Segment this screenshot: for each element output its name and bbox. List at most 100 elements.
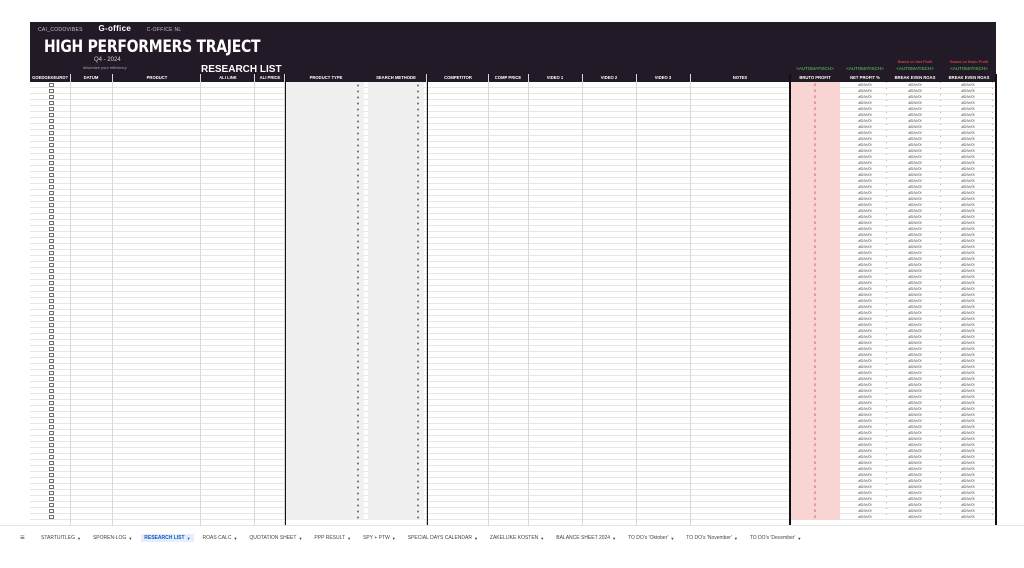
approved-checkbox[interactable]: [49, 292, 54, 298]
approved-checkbox[interactable]: [49, 214, 54, 220]
approved-checkbox[interactable]: [49, 424, 54, 430]
header-break-even-roas-net[interactable]: BREAK EVEN ROAS: [888, 75, 942, 80]
approved-checkbox[interactable]: [49, 508, 54, 514]
approved-checkbox[interactable]: [49, 172, 54, 178]
sheet-tab[interactable]: TO DO's 'December' ▼: [747, 534, 805, 542]
chevron-down-icon[interactable]: ▼: [347, 536, 351, 541]
approved-checkbox[interactable]: [49, 412, 54, 418]
approved-checkbox[interactable]: [49, 310, 54, 316]
approved-checkbox[interactable]: [49, 100, 54, 106]
chevron-down-icon[interactable]: ▼: [670, 536, 674, 541]
chevron-down-icon[interactable]: ▼: [298, 536, 302, 541]
approved-checkbox[interactable]: [49, 502, 54, 508]
sheet-tab[interactable]: TO DO's 'November' ▼: [683, 534, 741, 542]
chevron-down-icon[interactable]: ▼: [612, 536, 616, 541]
approved-checkbox[interactable]: [49, 154, 54, 160]
approved-checkbox[interactable]: [49, 124, 54, 130]
chevron-down-icon[interactable]: ▼: [128, 536, 132, 541]
approved-checkbox[interactable]: [49, 400, 54, 406]
approved-checkbox[interactable]: [49, 328, 54, 334]
approved-checkbox[interactable]: [49, 436, 54, 442]
approved-checkbox[interactable]: [49, 244, 54, 250]
approved-checkbox[interactable]: [49, 382, 54, 388]
approved-checkbox[interactable]: [49, 460, 54, 466]
approved-checkbox[interactable]: [49, 94, 54, 100]
approved-checkbox[interactable]: [49, 280, 54, 286]
header-notes[interactable]: NOTES: [690, 75, 790, 80]
approved-checkbox[interactable]: [49, 190, 54, 196]
header-ali-link[interactable]: ALI LINK: [201, 75, 255, 80]
sheet-tab[interactable]: RESEARCH LIST ▼: [141, 534, 194, 542]
approved-checkbox[interactable]: [49, 148, 54, 154]
chevron-down-icon[interactable]: ▼: [233, 536, 237, 541]
header-net-profit[interactable]: NET PROFIT %: [842, 75, 888, 80]
approved-checkbox[interactable]: [49, 130, 54, 136]
approved-checkbox[interactable]: [49, 352, 54, 358]
approved-checkbox[interactable]: [49, 136, 54, 142]
approved-checkbox[interactable]: [49, 406, 54, 412]
top-link-1[interactable]: CAI_CODOVIBES: [38, 27, 83, 33]
menu-icon[interactable]: ≡: [20, 533, 25, 542]
header-ali-price[interactable]: ALI PRICE: [255, 75, 285, 80]
approved-checkbox[interactable]: [49, 478, 54, 484]
approved-checkbox[interactable]: [49, 316, 54, 322]
header-product[interactable]: PRODUCT: [113, 75, 201, 80]
approved-checkbox[interactable]: [49, 490, 54, 496]
header-bruto-profit[interactable]: BRUTO PROFIT: [790, 75, 840, 80]
approved-checkbox[interactable]: [49, 262, 54, 268]
sheet-tab[interactable]: SPECIAL DAYS CALENDAR ▼: [405, 534, 481, 542]
sheet-tab[interactable]: SPOREN-LOG ▼: [90, 534, 135, 542]
chevron-down-icon[interactable]: ▼: [187, 536, 191, 541]
approved-checkbox[interactable]: [49, 304, 54, 310]
chevron-down-icon[interactable]: ▼: [474, 536, 478, 541]
approved-checkbox[interactable]: [49, 430, 54, 436]
chevron-down-icon[interactable]: ▼: [392, 536, 396, 541]
sheet-tab[interactable]: SPY + PTW ▼: [360, 534, 399, 542]
approved-checkbox[interactable]: [49, 388, 54, 394]
approved-checkbox[interactable]: [49, 160, 54, 166]
approved-checkbox[interactable]: [49, 106, 54, 112]
sheet-tab[interactable]: TO DO's 'Oktober' ▼: [625, 534, 677, 542]
approved-checkbox[interactable]: [49, 298, 54, 304]
sheet-tab[interactable]: STARTUITLEG ▼: [38, 534, 84, 542]
approved-checkbox[interactable]: [49, 496, 54, 502]
approved-checkbox[interactable]: [49, 208, 54, 214]
approved-checkbox[interactable]: [49, 220, 54, 226]
approved-checkbox[interactable]: [49, 238, 54, 244]
approved-checkbox[interactable]: [49, 202, 54, 208]
header-video-1[interactable]: VIDEO 1: [528, 75, 582, 80]
approved-checkbox[interactable]: [49, 82, 54, 88]
approved-checkbox[interactable]: [49, 472, 54, 478]
chevron-down-icon[interactable]: ▼: [734, 536, 738, 541]
approved-checkbox[interactable]: [49, 232, 54, 238]
approved-checkbox[interactable]: [49, 466, 54, 472]
approved-checkbox[interactable]: [49, 340, 54, 346]
header-goedgekeurd[interactable]: GOEDGEKEURD?: [30, 75, 70, 80]
header-break-even-roas-bruto[interactable]: BREAK EVEN ROAS: [942, 75, 996, 80]
header-video-3[interactable]: VIDEO 3: [636, 75, 690, 80]
search-methode-dropdown[interactable]: ▼: [368, 514, 424, 520]
sheet-tab[interactable]: BALANCE SHEET 2024 ▼: [553, 534, 619, 542]
header-video-2[interactable]: VIDEO 2: [582, 75, 636, 80]
product-type-dropdown[interactable]: ▼: [286, 514, 364, 520]
approved-checkbox[interactable]: [49, 226, 54, 232]
approved-checkbox[interactable]: [49, 394, 54, 400]
header-datum[interactable]: DATUM: [71, 75, 111, 80]
chevron-down-icon[interactable]: ▼: [540, 536, 544, 541]
approved-checkbox[interactable]: [49, 178, 54, 184]
header-competitor[interactable]: COMPETITOR: [428, 75, 488, 80]
approved-checkbox[interactable]: [49, 184, 54, 190]
sheet-tab[interactable]: ZAKELIJKE KOSTEN ▼: [487, 534, 547, 542]
approved-checkbox[interactable]: [49, 88, 54, 94]
sheet-tab[interactable]: ROAS CALC ▼: [200, 534, 241, 542]
approved-checkbox[interactable]: [49, 268, 54, 274]
header-product-type[interactable]: PRODUCT TYPE: [286, 75, 366, 80]
approved-checkbox[interactable]: [49, 286, 54, 292]
chevron-down-icon[interactable]: ▼: [77, 536, 81, 541]
approved-checkbox[interactable]: [49, 274, 54, 280]
approved-checkbox[interactable]: [49, 514, 54, 520]
approved-checkbox[interactable]: [49, 442, 54, 448]
approved-checkbox[interactable]: [49, 166, 54, 172]
approved-checkbox[interactable]: [49, 448, 54, 454]
approved-checkbox[interactable]: [49, 112, 54, 118]
